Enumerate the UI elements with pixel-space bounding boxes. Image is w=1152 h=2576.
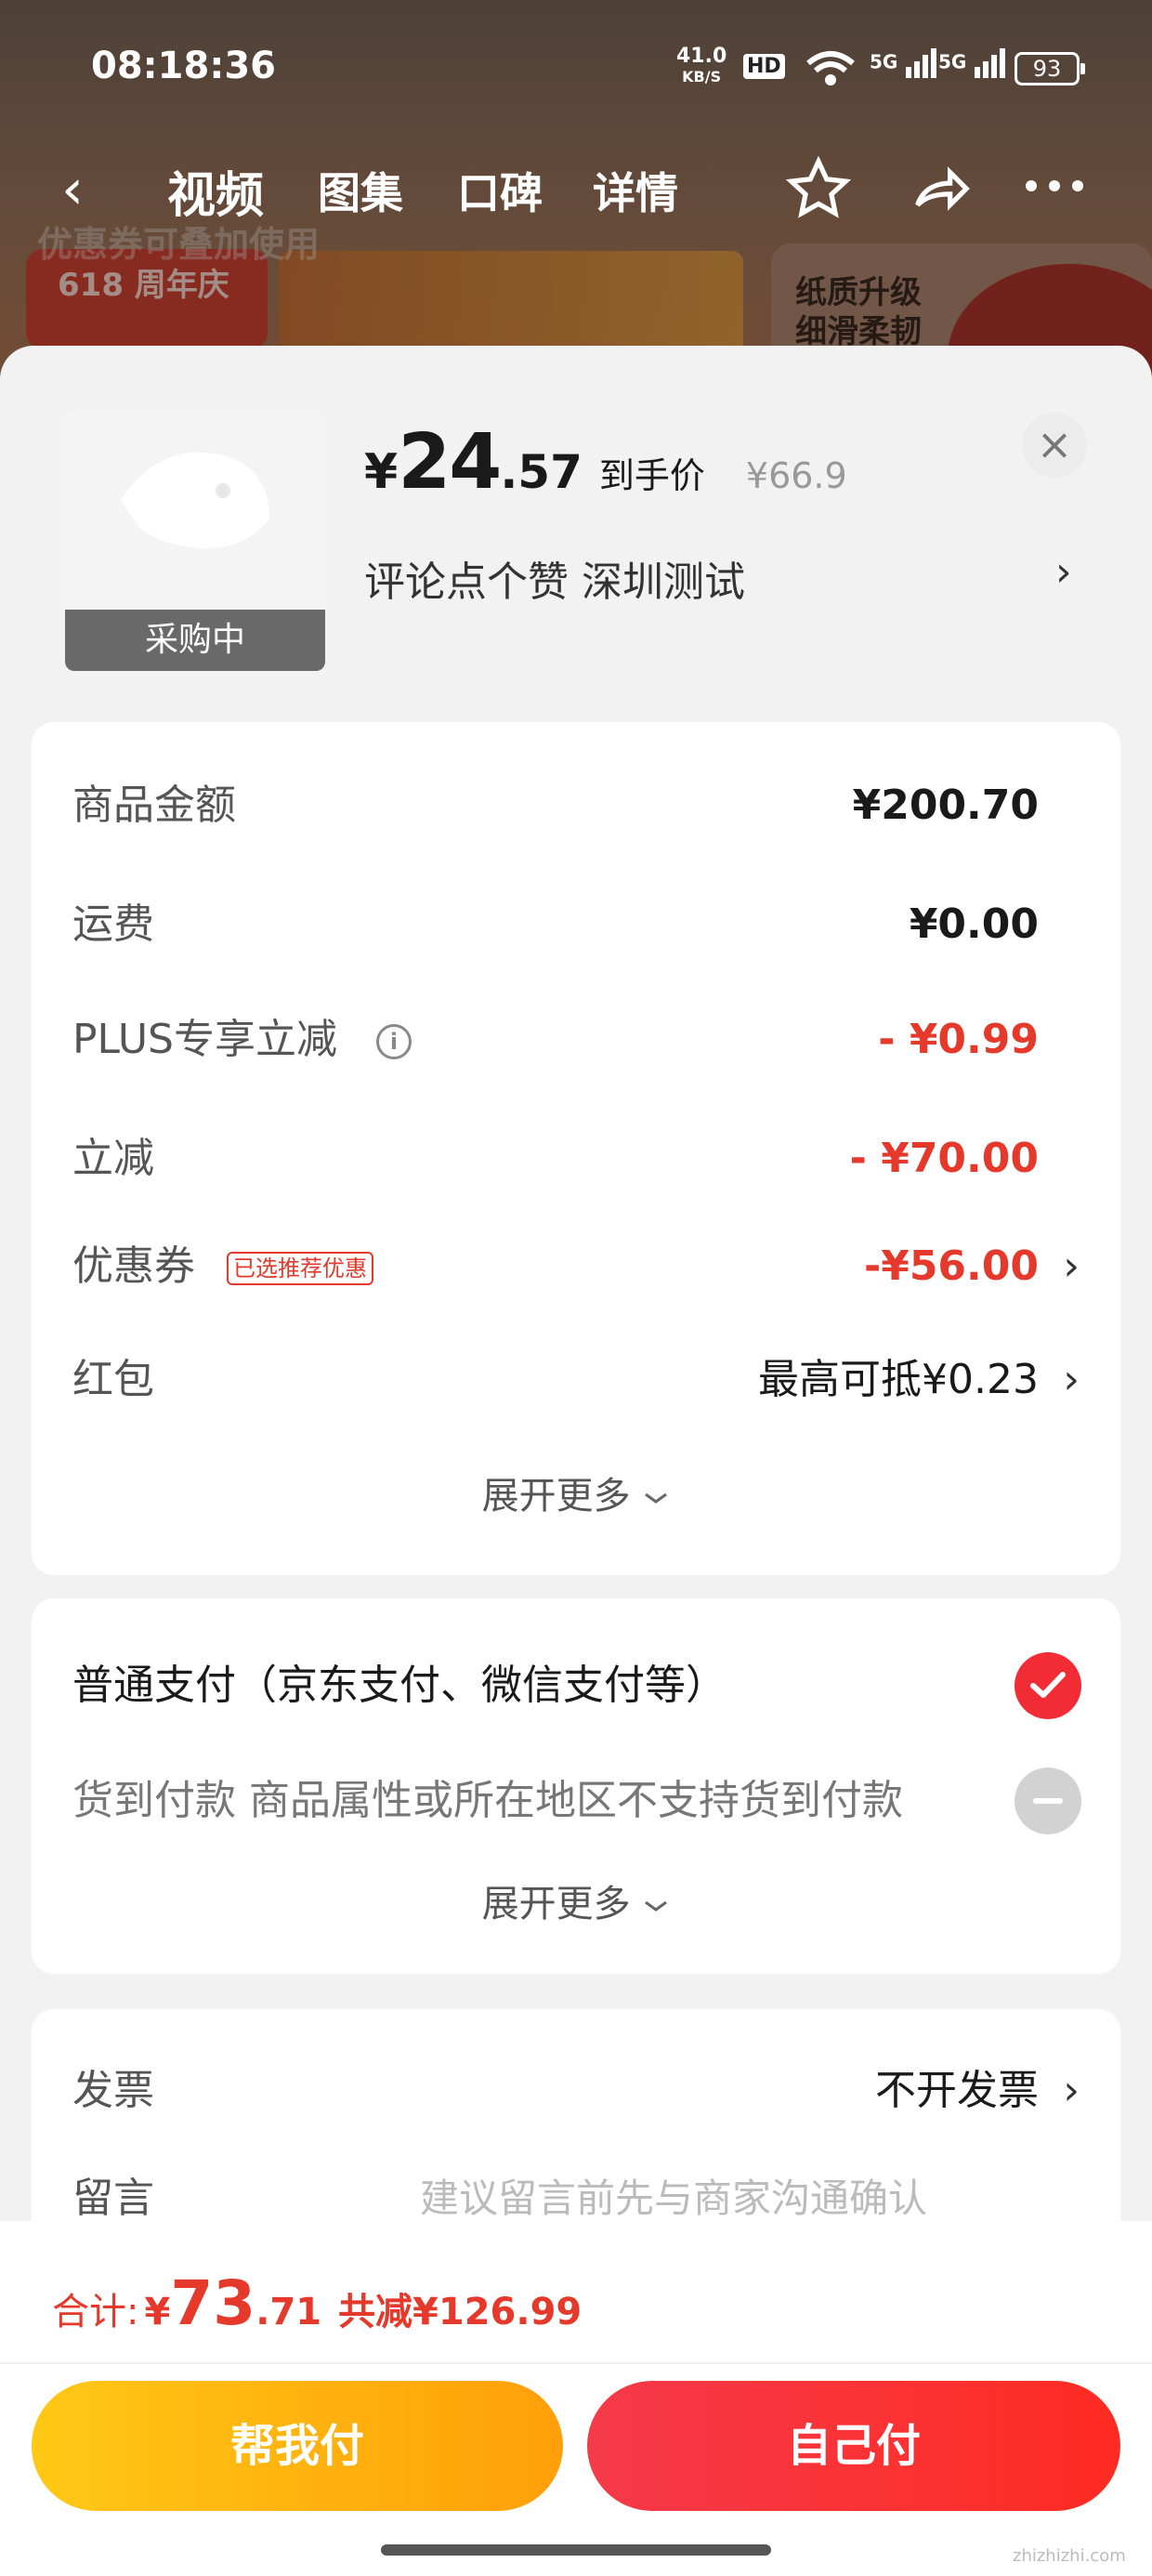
invoice-row[interactable]: 发票 不开发票 › — [72, 2063, 1080, 2119]
payment-method-card: 普通支付（京东支付、微信支付等） 货到付款 商品属性或所在地区不支持货到付款 展… — [32, 1598, 1120, 1974]
signal-label-2: 5G — [938, 50, 967, 73]
battery-icon: 93 — [1015, 52, 1085, 85]
summary-label: PLUS专享立减 i — [72, 1012, 412, 1068]
checked-icon[interactable] — [1015, 1652, 1081, 1719]
share-icon[interactable] — [907, 156, 972, 225]
more-icon[interactable] — [1022, 177, 1087, 199]
network-speed-unit: KB/S — [682, 68, 722, 85]
summary-label: 立减 — [72, 1135, 154, 1182]
watermark: zhizhizhi.com — [1013, 2546, 1126, 2566]
payment-normal-label[interactable]: 普通支付（京东支付、微信支付等） — [72, 1658, 727, 1714]
network-speed-value: 41.0 — [676, 45, 727, 68]
summary-value: -¥56.00 — [863, 1242, 1039, 1290]
summary-value: - ¥70.00 — [849, 1135, 1039, 1182]
total-saved: 共减¥126.99 — [338, 2291, 583, 2333]
remark-label: 留言 — [72, 2175, 154, 2222]
expand-more-label: 展开更多 — [481, 1883, 631, 1925]
summary-row-shipping: 运费 ¥0.00 — [72, 897, 1080, 953]
product-spec[interactable]: 评论点个赞 深圳测试 — [364, 548, 745, 608]
payment-cod-label: 货到付款 商品属性或所在地区不支持货到付款 — [72, 1777, 903, 1824]
hd-badge: HD — [743, 54, 785, 79]
price-integer: 24 — [398, 418, 502, 506]
total-integer: 73 — [170, 2267, 256, 2339]
invoice-value: 不开发票 — [875, 2067, 1039, 2114]
summary-row-goods: 商品金额 ¥200.70 — [72, 778, 1080, 834]
price-summary-card: 商品金额 ¥200.70 运费 ¥0.00 PLUS专享立减 i - ¥0.99… — [32, 722, 1120, 1575]
close-button[interactable]: × — [1022, 413, 1087, 478]
original-price: ¥66.9 — [745, 455, 847, 496]
status-time: 08:18:36 — [91, 45, 276, 87]
summary-label: 商品金额 — [72, 782, 236, 829]
info-icon[interactable]: i — [376, 1024, 412, 1059]
summary-value: - ¥0.99 — [878, 1016, 1039, 1063]
chevron-right-icon[interactable]: › — [1063, 1239, 1080, 1295]
summary-label: 优惠券 已选推荐优惠 — [72, 1239, 373, 1295]
chevron-down-icon — [645, 1900, 668, 1912]
checkout-bottom-bar: 合计: ¥ 73 .71 共减¥126.99 帮我付 自己付 zhizhizhi… — [0, 2221, 1152, 2576]
order-total: 合计: ¥ 73 .71 共减¥126.99 — [52, 2267, 582, 2339]
plus-discount-label: PLUS专享立减 — [72, 1016, 337, 1063]
chevron-right-icon[interactable]: › — [1063, 2063, 1080, 2119]
home-indicator[interactable] — [381, 2544, 771, 2556]
chevron-down-icon — [645, 1492, 668, 1504]
back-arrow-icon[interactable]: ‹ — [61, 162, 84, 217]
background-page: 618 周年庆 纸质升级 细滑柔韧 优惠券可叠加使用 08:18:36 41.0… — [0, 0, 1152, 390]
star-icon[interactable] — [785, 155, 852, 225]
expand-more-label: 展开更多 — [481, 1475, 631, 1518]
total-decimal: .71 — [255, 2291, 322, 2333]
price-decimal: .57 — [500, 445, 583, 499]
coupon-tag: 已选推荐优惠 — [227, 1252, 373, 1285]
coupon-label: 优惠券 — [72, 1242, 195, 1290]
placeholder-logo-icon — [121, 452, 269, 548]
product-thumbnail: 采购中 — [65, 411, 325, 671]
price-line: ¥ 24 .57 到手价 ¥66.9 — [364, 418, 847, 506]
invoice-label: 发票 — [72, 2067, 154, 2114]
expand-more-button[interactable]: 展开更多 — [32, 1873, 1120, 1927]
summary-value: 最高可抵¥0.23 — [758, 1356, 1039, 1403]
summary-row-instant: 立减 - ¥70.00 — [72, 1131, 1080, 1187]
self-pay-button[interactable]: 自己付 — [587, 2381, 1120, 2511]
signal-label-1: 5G — [870, 50, 898, 73]
price-symbol: ¥ — [364, 444, 399, 500]
summary-value: ¥200.70 — [852, 782, 1039, 829]
signal-icon-1: 5G — [870, 46, 937, 80]
chevron-right-icon[interactable]: › — [1063, 1352, 1080, 1408]
summary-value: ¥0.00 — [909, 900, 1039, 948]
summary-row-redpacket[interactable]: 红包 最高可抵¥0.23 › — [72, 1352, 1080, 1408]
expand-more-button[interactable]: 展开更多 — [32, 1465, 1120, 1519]
price-label: 到手价 — [598, 455, 705, 496]
tab-details[interactable]: 详情 — [593, 160, 678, 221]
network-speed: 41.0 KB/S — [676, 46, 727, 87]
signal-icon-2: 5G — [938, 46, 1006, 80]
wifi-icon — [805, 48, 857, 91]
total-label: 合计: — [52, 2291, 139, 2333]
help-pay-button[interactable]: 帮我付 — [32, 2381, 563, 2511]
disabled-radio-icon — [1015, 1768, 1081, 1834]
summary-label: 运费 — [72, 900, 154, 948]
product-top-nav: ‹ 视频 图集 口碑 详情 — [0, 149, 1152, 232]
summary-row-plus: PLUS专享立减 i - ¥0.99 — [72, 1012, 1080, 1068]
tab-video[interactable]: 视频 — [167, 156, 264, 226]
summary-label: 红包 — [72, 1356, 154, 1403]
divider — [0, 2362, 1152, 2364]
status-bar: 08:18:36 41.0 KB/S HD 5G 5G 93 — [0, 37, 1152, 102]
remark-input[interactable]: 建议留言前先与商家沟通确认 — [420, 2171, 927, 2227]
purchasing-status: 采购中 — [65, 610, 325, 671]
summary-row-coupon[interactable]: 优惠券 已选推荐优惠 -¥56.00 › — [72, 1239, 1080, 1295]
tab-gallery[interactable]: 图集 — [318, 160, 403, 221]
total-symbol: ¥ — [144, 2291, 171, 2333]
tab-reviews[interactable]: 口碑 — [457, 160, 543, 221]
chevron-right-icon[interactable]: › — [1055, 548, 1072, 596]
